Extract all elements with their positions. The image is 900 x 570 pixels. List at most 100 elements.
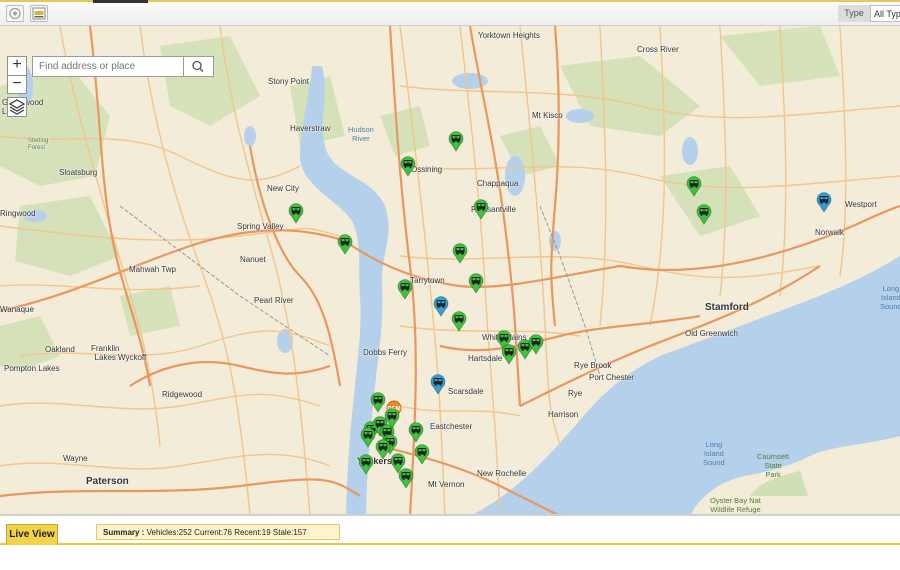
home-button[interactable]: [6, 5, 24, 22]
vehicle-marker-current[interactable]: [288, 203, 304, 224]
vehicle-marker-current[interactable]: [398, 468, 414, 489]
bus-icon: [473, 199, 489, 220]
bus-report-icon: [32, 7, 46, 20]
map-view[interactable]: Yorktown Heights Cross River Stony Point…: [0, 26, 900, 516]
summary-bar: Summary : Vehicles:252 Current:76 Recent…: [96, 524, 340, 540]
layers-icon: [8, 99, 26, 115]
bus-icon: [375, 439, 391, 460]
tab-underline: [0, 543, 900, 545]
vehicle-marker-stale[interactable]: [430, 374, 446, 395]
bus-icon: [452, 243, 468, 264]
vehicle-marker-current[interactable]: [451, 311, 467, 332]
bus-icon: [816, 192, 832, 213]
vehicle-marker-current[interactable]: [375, 439, 391, 460]
bus-icon: [451, 311, 467, 332]
address-search-input[interactable]: [32, 56, 184, 77]
bus-icon: [501, 344, 517, 365]
vehicle-marker-current[interactable]: [501, 344, 517, 365]
town-label: Spring Valley: [237, 222, 284, 231]
vehicle-marker-stale[interactable]: [433, 296, 449, 317]
park-label: Oyster Bay Nat Wildlife Refuge: [710, 496, 761, 514]
town-label: Mahwah Twp: [129, 265, 176, 274]
vehicle-marker-current[interactable]: [414, 444, 430, 465]
town-label: Stamford: [705, 302, 749, 313]
town-label: Rye: [568, 389, 583, 398]
town-label: Rye Brook: [574, 361, 612, 370]
vehicle-marker-current[interactable]: [528, 334, 544, 355]
town-label: Wyckoff: [118, 353, 147, 362]
bottom-panel: Live View Summary : Vehicles:252 Current…: [0, 516, 900, 570]
vehicle-marker-current[interactable]: [473, 199, 489, 220]
water-label: Long Island Sound: [703, 440, 725, 467]
vehicle-marker-current[interactable]: [452, 243, 468, 264]
toolbar-active-indicator: [93, 0, 148, 3]
vehicle-marker-current[interactable]: [358, 454, 374, 475]
water-label: Hudson River: [348, 125, 374, 143]
bus-icon: [400, 156, 416, 177]
town-label: Haverstraw: [290, 124, 331, 133]
vehicle-marker-current[interactable]: [360, 427, 376, 448]
town-label: Port Chester: [589, 373, 634, 382]
town-label: Old Greenwich: [685, 329, 738, 338]
vehicle-marker-current[interactable]: [397, 279, 413, 300]
town-label: New Rochelle: [477, 469, 527, 478]
town-label: Dobbs Ferry: [363, 348, 408, 357]
bus-icon: [468, 273, 484, 294]
town-label: Mt Kisco: [532, 111, 563, 120]
zoom-out-button[interactable]: −: [7, 75, 27, 94]
type-filter-label: Type: [838, 5, 870, 22]
town-label: Westport: [845, 200, 877, 209]
bus-icon: [397, 279, 413, 300]
town-label: Chappaqua: [477, 179, 519, 188]
town-label: Paterson: [86, 476, 129, 487]
town-label: Yorktown Heights: [478, 31, 540, 40]
search-button[interactable]: [184, 56, 214, 77]
bus-icon: [414, 444, 430, 465]
water-label: Long Island Sound: [880, 284, 900, 311]
search-icon: [192, 60, 204, 72]
town-label: Mt Vernon: [428, 480, 465, 489]
town-label: Nanuet: [240, 255, 266, 264]
vehicle-marker-current[interactable]: [468, 273, 484, 294]
layers-button[interactable]: [7, 97, 27, 117]
type-filter-select[interactable]: All Typ: [870, 5, 900, 22]
town-label: Pearl River: [254, 296, 294, 305]
zoom-in-button[interactable]: +: [7, 56, 27, 75]
summary-text: Vehicles:252 Current:76 Recent:19 Stale:…: [146, 528, 307, 537]
vehicle-marker-current[interactable]: [696, 204, 712, 225]
town-label: Ringwood: [0, 209, 36, 218]
vehicle-marker-current[interactable]: [400, 156, 416, 177]
town-label: New City: [267, 184, 300, 193]
town-label: Hartsdale: [468, 354, 503, 363]
vehicle-marker-current[interactable]: [448, 131, 464, 152]
summary-label: Summary :: [103, 528, 145, 537]
tab-live-view[interactable]: Live View: [6, 524, 58, 545]
town-label: Franklin Lakes: [91, 344, 120, 362]
town-label: Norwalk: [815, 228, 844, 237]
vehicle-marker-current[interactable]: [686, 176, 702, 197]
bus-icon: [384, 408, 400, 429]
vehicle-marker-current[interactable]: [408, 422, 424, 443]
park-label: Caumsett State Park: [757, 452, 790, 479]
town-label: Scarsdale: [448, 387, 484, 396]
town-label: Cross River: [637, 45, 679, 54]
bus-icon: [448, 131, 464, 152]
bus-report-button[interactable]: [30, 5, 48, 22]
bus-icon: [696, 204, 712, 225]
park-label: Sterling Forest: [28, 138, 49, 151]
town-label: Eastchester: [430, 422, 473, 431]
town-label: Pompton Lakes: [4, 364, 60, 373]
bus-icon: [358, 454, 374, 475]
town-label: Harrison: [548, 410, 579, 419]
bus-icon: [686, 176, 702, 197]
bus-icon: [408, 422, 424, 443]
bus-icon: [433, 296, 449, 317]
town-label: Oakland: [45, 345, 75, 354]
vehicle-marker-current[interactable]: [337, 234, 353, 255]
vehicle-marker-stale[interactable]: [816, 192, 832, 213]
bus-icon: [430, 374, 446, 395]
vehicle-marker-current[interactable]: [384, 408, 400, 429]
town-label: Tarrytown: [410, 276, 445, 285]
shield-icon: [9, 7, 21, 20]
bus-icon: [360, 427, 376, 448]
